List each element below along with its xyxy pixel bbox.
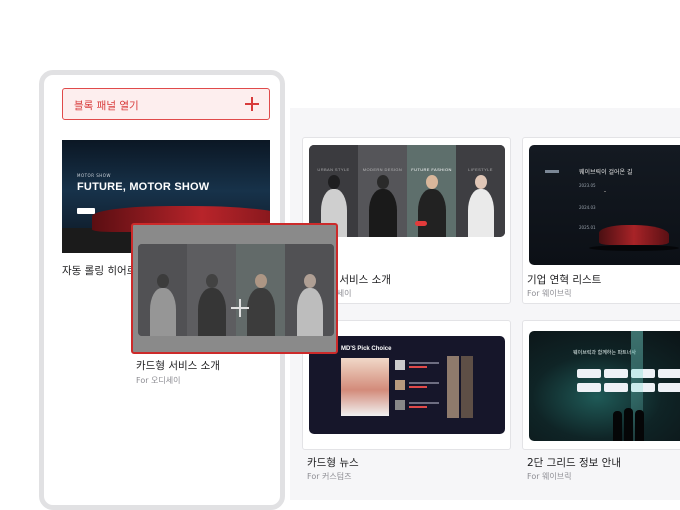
history-heading: 웨이브릭이 걸어온 길: [579, 169, 633, 176]
column-caption: LIFESTYLE: [468, 167, 493, 172]
dragging-block-preview[interactable]: [131, 223, 338, 354]
column-caption: URBAN STYLE: [317, 167, 350, 172]
dragging-thumbnail: [138, 244, 334, 336]
column-caption: MODERN DESIGN: [362, 167, 403, 172]
thumb-logo: [545, 170, 559, 173]
fashion-column: FUTURE FASHION: [407, 145, 456, 237]
plus-icon: [245, 97, 259, 111]
partner-heading: 웨이브릭과 함께하는 파트너사: [573, 350, 636, 356]
hero-title: FUTURE, MOTOR SHOW: [77, 181, 210, 193]
hero-block-label: 자동 롤링 히어로: [62, 265, 137, 277]
card-title: 2단 그리드 정보 안내: [527, 457, 621, 469]
dragging-block-subtitle: For 오디세이: [136, 376, 181, 385]
hero-button: [77, 208, 95, 214]
block-thumbnail: 웨이브릭이 걸어온 길 2023.05 2024.03 2025.01: [529, 145, 680, 265]
block-thumbnail: URBAN STYLE MODERN DESIGN FUTURE FASHION…: [309, 145, 505, 237]
history-line: [604, 191, 606, 192]
news-list: [395, 360, 443, 414]
fashion-column: MODERN DESIGN: [358, 145, 407, 237]
news-heading: MD'S Pick Choice: [341, 346, 392, 352]
column-caption: FUTURE FASHION: [411, 167, 452, 172]
card-subtitle: For 웨이브릭: [527, 289, 572, 298]
card-subtitle: For 웨이브릭: [527, 472, 572, 481]
add-plus-icon: [231, 299, 249, 317]
dragging-block-title: 카드형 서비스 소개: [136, 360, 220, 372]
people-silhouettes: [613, 405, 653, 441]
open-block-panel-label: 블록 패널 열기: [74, 100, 139, 112]
block-card-history-list[interactable]: 웨이브릭이 걸어온 길 2023.05 2024.03 2025.01 기업 연…: [522, 137, 680, 304]
highlight-pill: [415, 221, 427, 226]
block-card-grid-info[interactable]: 웨이브릭과 함께하는 파트너사 2단 그리드 정보 안내 For 웨이브릭: [522, 320, 680, 481]
car-image: [599, 225, 669, 245]
history-year: 2024.03: [579, 205, 596, 210]
news-strip: [447, 356, 459, 418]
hero-caption: MOTOR SHOW: [77, 173, 111, 178]
news-feature-image: [341, 358, 389, 416]
block-thumbnail: 웨이브릭과 함께하는 파트너사: [529, 331, 680, 441]
car-shadow: [589, 245, 679, 251]
block-thumbnail: MD'S Pick Choice: [309, 336, 505, 434]
card-title: 기업 연혁 리스트: [527, 274, 602, 286]
card-title: 카드형 뉴스: [307, 457, 359, 469]
card-subtitle: For 커스텀즈: [307, 472, 352, 481]
open-block-panel-button[interactable]: 블록 패널 열기: [62, 88, 270, 120]
history-year: 2023.05: [579, 183, 596, 188]
news-strip: [461, 356, 473, 418]
fashion-column: LIFESTYLE: [456, 145, 505, 237]
partner-grid: [577, 369, 680, 401]
history-year: 2025.01: [579, 225, 596, 230]
